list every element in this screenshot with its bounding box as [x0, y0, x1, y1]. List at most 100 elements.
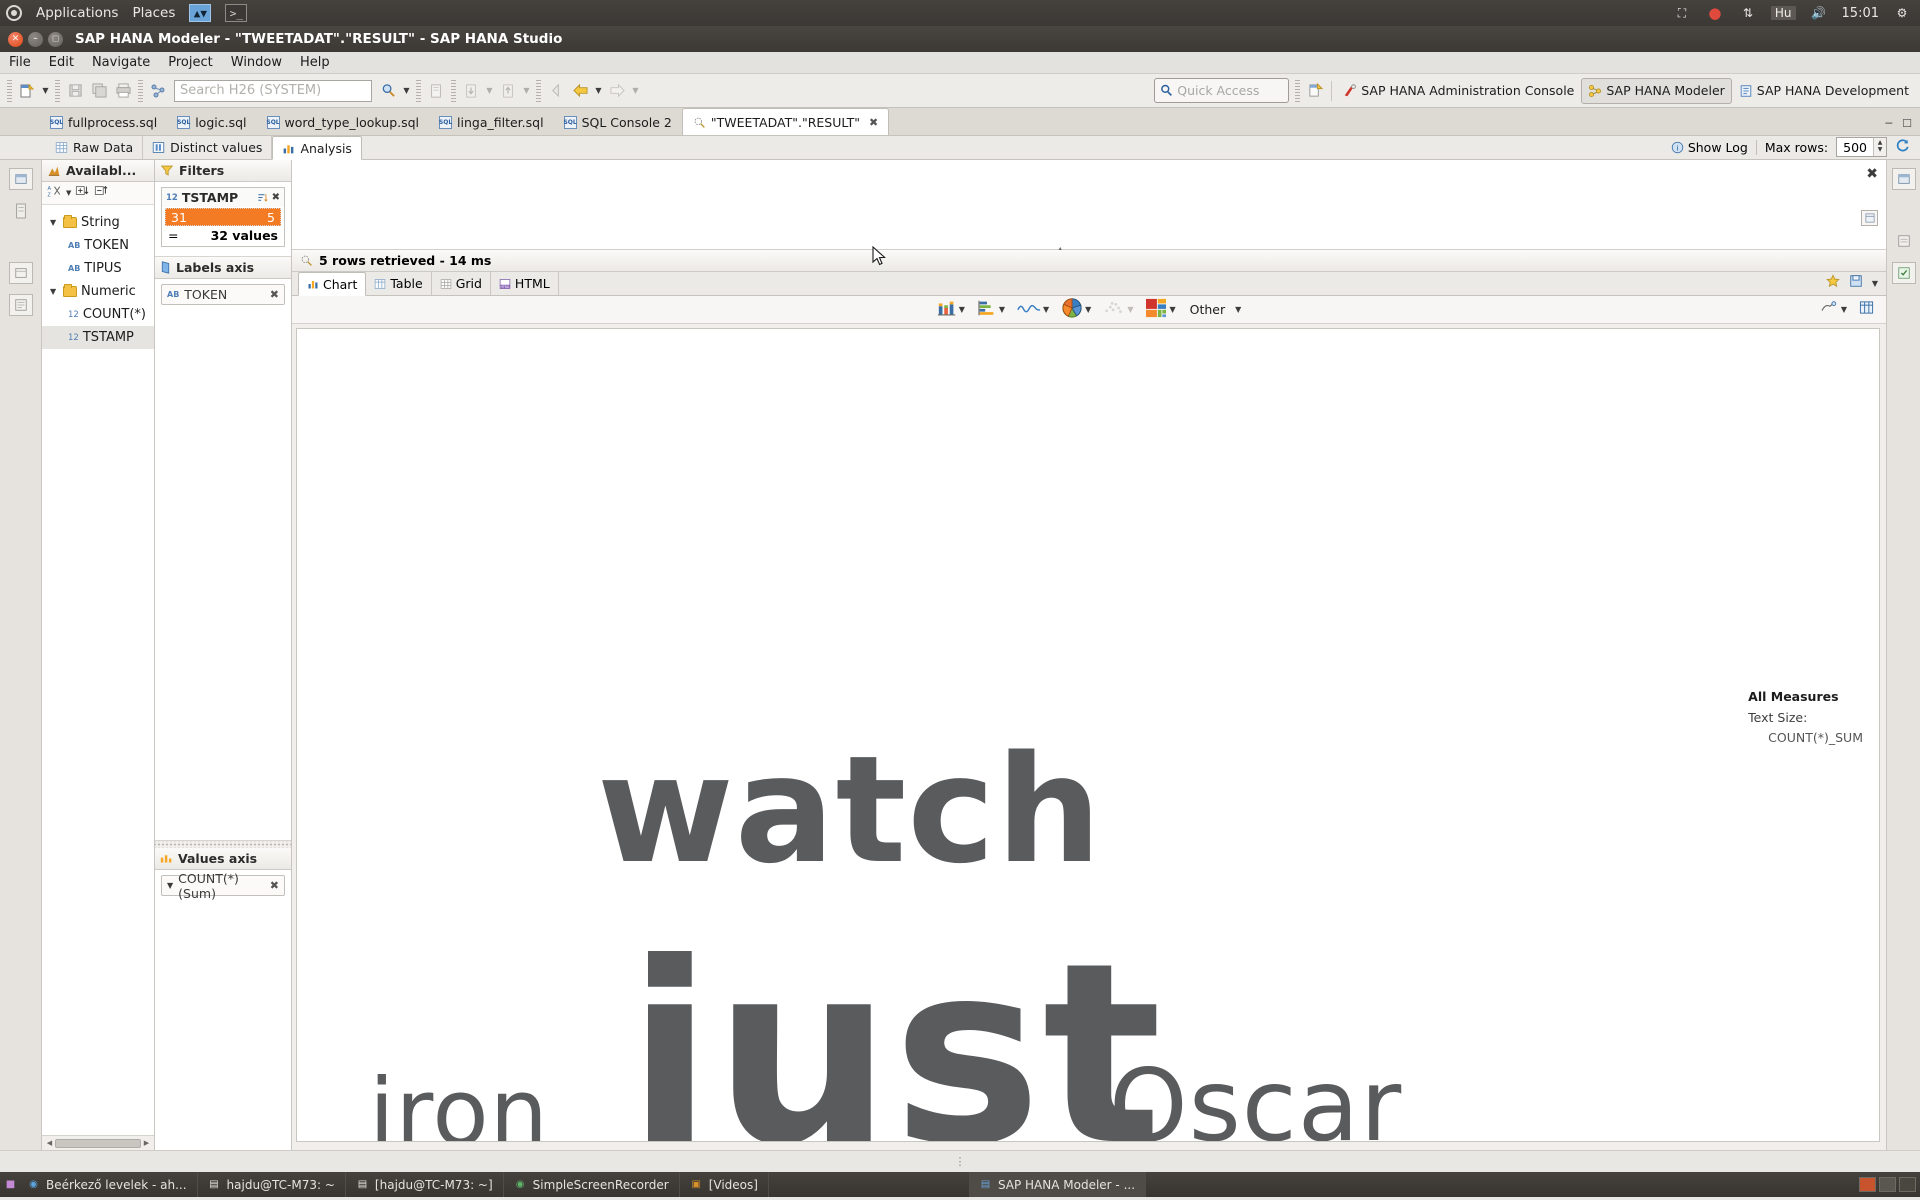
search-icon[interactable] — [376, 79, 400, 103]
toolbar-grip-6[interactable] — [536, 79, 541, 102]
editor-maximize-icon[interactable]: ☐ — [1902, 117, 1912, 130]
new-file-dropdown-arrow[interactable]: ▼ — [39, 79, 52, 103]
window-minimize-button[interactable]: – — [28, 31, 43, 47]
render-tab-table[interactable]: Table — [366, 272, 432, 295]
filter-settings-icon[interactable] — [257, 192, 268, 203]
volume-icon[interactable]: 🔊 — [1809, 4, 1829, 22]
filter-card-tstamp[interactable]: 12 TSTAMP ✖ 31 5 = 32 values — [161, 187, 285, 247]
statusbar-resize-grip[interactable]: ⋮ — [955, 1155, 966, 1168]
toolbar-grip-7[interactable] — [1295, 79, 1301, 102]
search-input[interactable]: Search H26 (SYSTEM) — [174, 79, 372, 102]
panel-toggle-icon[interactable] — [1861, 210, 1878, 226]
remove-chip-icon[interactable]: ✖ — [270, 879, 279, 892]
editor-tab-tweetadat-result[interactable]: "TWEETADAT"."RESULT" ✖ — [681, 108, 890, 135]
chart-export-icon[interactable] — [1859, 300, 1874, 319]
desktop-menu-places[interactable]: Places — [132, 5, 175, 21]
render-tab-grid[interactable]: Grid — [432, 272, 491, 295]
print-icon[interactable] — [111, 79, 135, 103]
close-icon[interactable]: ✖ — [1866, 166, 1878, 182]
values-axis-body[interactable]: ▼ COUNT(*) (Sum) ✖ — [155, 870, 291, 1150]
taskbar-item-recorder[interactable]: ◉ SimpleScreenRecorder — [504, 1172, 680, 1197]
available-objects-hscrollbar[interactable]: ◀ ▶ — [42, 1135, 154, 1150]
menu-file[interactable]: File — [0, 53, 40, 72]
line-chart-icon[interactable] — [1017, 300, 1041, 320]
image-icon[interactable]: ⛶ — [1672, 4, 1692, 22]
favorite-icon[interactable] — [1826, 274, 1840, 292]
workspace-trash-icon[interactable] — [1899, 1177, 1916, 1192]
editor-tab-logic[interactable]: SQL logic.sql — [167, 110, 256, 135]
quick-access-input[interactable]: Quick Access — [1154, 78, 1290, 103]
filter-close-icon[interactable]: ✖ — [272, 192, 280, 203]
forward-dropdown-arrow[interactable]: ▼ — [629, 79, 642, 103]
word-cloud-item-just[interactable]: just — [627, 909, 1163, 1141]
chart-canvas[interactable]: watch just iron Oscar amazing All Measur… — [296, 328, 1880, 1142]
labels-axis-chip-token[interactable]: AB TOKEN ✖ — [161, 284, 285, 305]
remove-chip-icon[interactable]: ✖ — [270, 288, 279, 301]
keyboard-layout-indicator[interactable]: Hu — [1770, 6, 1796, 20]
tree-node-token[interactable]: AB TOKEN — [42, 234, 154, 257]
toolbar-grip-5[interactable] — [451, 79, 456, 102]
recorder-icon[interactable]: ● — [1705, 4, 1725, 22]
taskbar-item-mail[interactable]: ◉ Beérkező levelek - ah... — [17, 1172, 198, 1197]
sort-icon[interactable]: AZ — [47, 184, 62, 202]
line-chart-dropdown-arrow[interactable]: ▼ — [1043, 305, 1049, 314]
import-icon[interactable] — [496, 79, 520, 103]
toolbar-grip[interactable] — [7, 79, 12, 102]
tree-node-tstamp[interactable]: 12 TSTAMP — [42, 326, 154, 349]
import-dropdown-arrow[interactable]: ▼ — [520, 79, 533, 103]
tree-node-numeric-folder[interactable]: ▼ Numeric — [42, 280, 154, 303]
editor-tab-close-icon[interactable]: ✖ — [869, 116, 878, 129]
treemap-chart-dropdown-arrow[interactable]: ▼ — [1169, 305, 1175, 314]
axis-splitter[interactable] — [155, 841, 291, 848]
taskbar-item-terminal-2[interactable]: ▤ [hajdu@TC-M73: ~] — [346, 1172, 504, 1197]
treemap-chart-icon[interactable] — [1145, 298, 1167, 322]
chart-options-dropdown-arrow[interactable]: ▼ — [1872, 279, 1878, 288]
other-chart-label[interactable]: Other — [1190, 302, 1226, 317]
restore-right-view-icon[interactable] — [1891, 168, 1916, 190]
workspace-switcher-1[interactable] — [1859, 1177, 1876, 1192]
collapse-all-icon[interactable] — [94, 184, 109, 202]
open-perspective-icon[interactable] — [1303, 79, 1327, 103]
scatter-chart-icon[interactable] — [1103, 299, 1125, 321]
column-chart-icon[interactable] — [937, 299, 957, 321]
chart-settings-icon[interactable] — [1821, 300, 1837, 319]
taskbar-item-hana-studio[interactable]: ▤ SAP HANA Modeler - ... — [968, 1172, 1147, 1197]
chevron-down-icon[interactable]: ▼ — [50, 287, 59, 296]
column-chart-dropdown-arrow[interactable]: ▼ — [959, 305, 965, 314]
render-tab-chart[interactable]: Chart — [298, 272, 367, 296]
outline-view-icon[interactable] — [8, 294, 33, 316]
restore-view-icon[interactable] — [8, 168, 33, 190]
pie-chart-icon[interactable] — [1061, 297, 1083, 323]
taskbar-item-videos[interactable]: ▣ [Videos] — [680, 1172, 769, 1197]
max-rows-spin-arrows[interactable]: ▲ ▼ — [1873, 138, 1886, 156]
export-icon[interactable] — [459, 79, 483, 103]
editor-tab-linga-filter[interactable]: SQL linga_filter.sql — [429, 110, 554, 135]
pie-chart-dropdown-arrow[interactable]: ▼ — [1085, 305, 1091, 314]
clock[interactable]: 15:01 — [1842, 6, 1879, 21]
toolbar-grip-4[interactable] — [416, 79, 421, 102]
back-dropdown-arrow[interactable]: ▼ — [592, 79, 605, 103]
export-dropdown-arrow[interactable]: ▼ — [483, 79, 496, 103]
menu-window[interactable]: Window — [222, 53, 291, 72]
word-cloud-item-watch[interactable]: watch — [597, 724, 1102, 896]
chevron-down-icon[interactable]: ▼ — [167, 881, 173, 890]
screen-monitor-icon[interactable]: ▲▼ — [189, 4, 212, 22]
toolbar-grip-3[interactable] — [138, 79, 143, 102]
tab-distinct-values[interactable]: Distinct values — [143, 136, 273, 159]
editor-tab-word-type-lookup[interactable]: SQL word_type_lookup.sql — [257, 110, 430, 135]
tab-raw-data[interactable]: Raw Data — [46, 136, 144, 159]
show-desktop-icon[interactable]: ■ — [4, 1177, 17, 1192]
desktop-menu-applications[interactable]: Applications — [36, 5, 118, 21]
window-close-button[interactable]: ✕ — [8, 31, 23, 47]
workspace-switcher-2[interactable] — [1879, 1177, 1896, 1192]
menu-help[interactable]: Help — [291, 53, 339, 72]
scroll-left-icon[interactable]: ◀ — [44, 1139, 55, 1147]
taskbar-item-terminal-1[interactable]: ▤ hajdu@TC-M73: ~ — [198, 1172, 346, 1197]
terminal-icon[interactable]: >_ — [225, 4, 248, 22]
refresh-icon[interactable] — [1895, 138, 1910, 156]
new-document-icon[interactable] — [424, 79, 448, 103]
expand-all-icon[interactable] — [75, 184, 90, 202]
perspective-admin-console[interactable]: SAP HANA Administration Console — [1336, 78, 1581, 104]
perspective-development[interactable]: SAP HANA Development — [1732, 78, 1916, 104]
new-file-icon[interactable] — [15, 79, 39, 103]
